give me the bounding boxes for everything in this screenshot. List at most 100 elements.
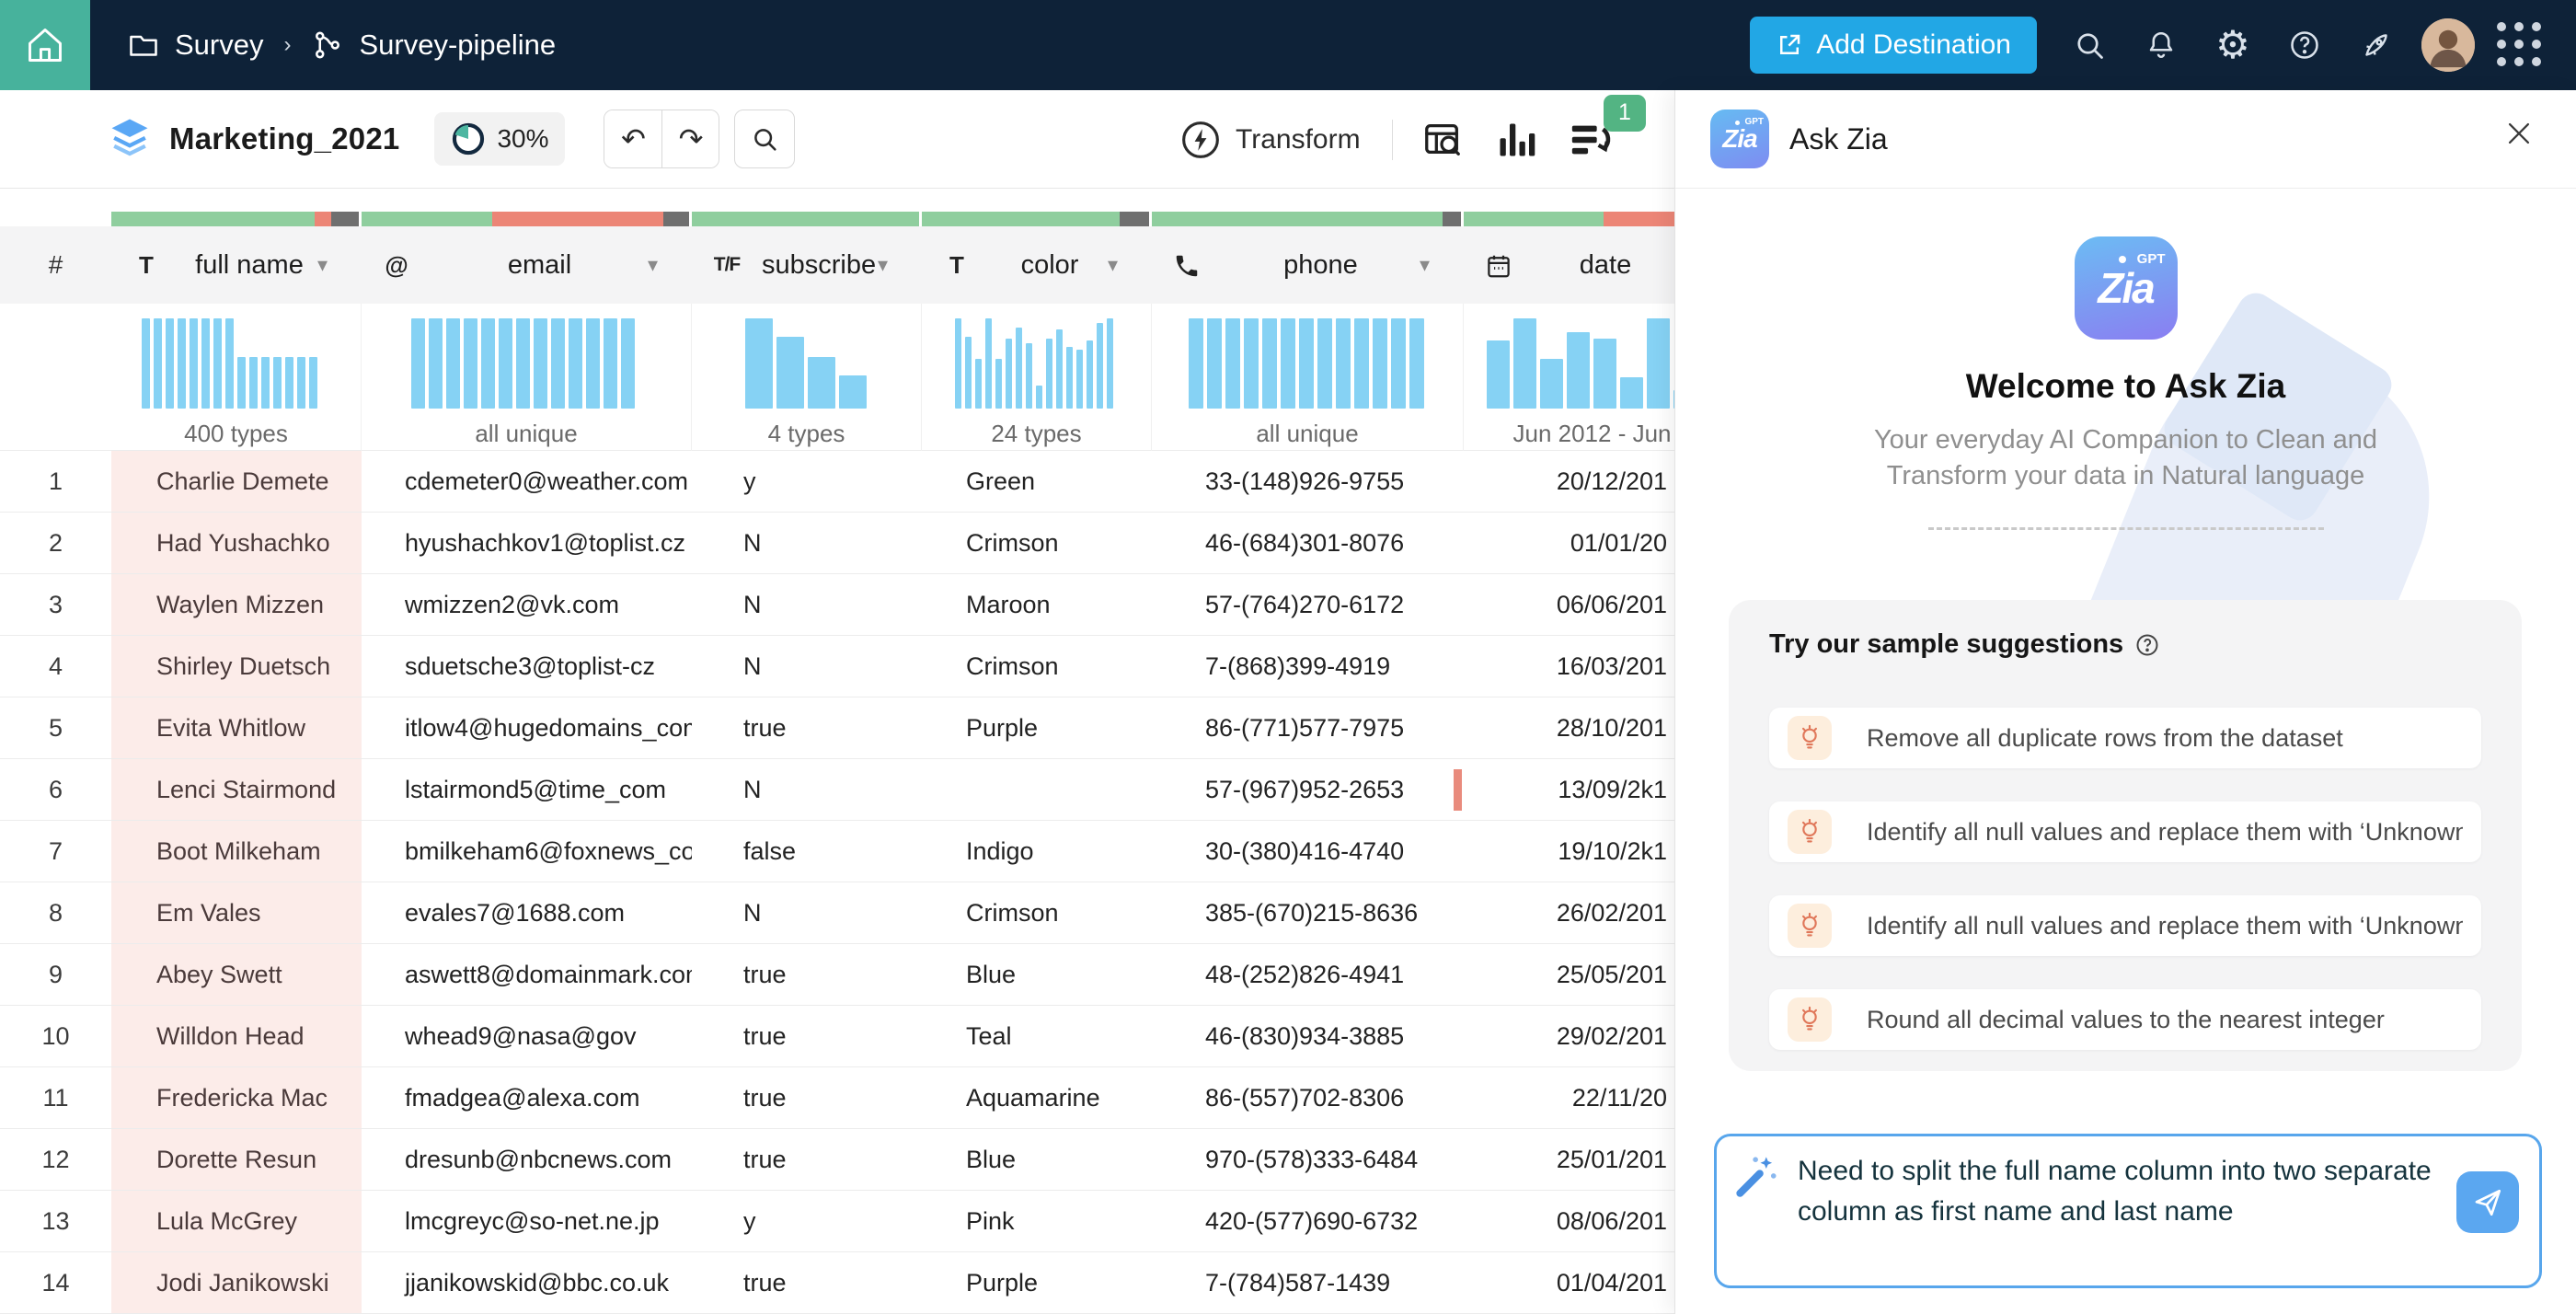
cell-color[interactable]: Indigo <box>922 821 1152 882</box>
cell-phone[interactable]: 385-(670)215-8636 <box>1152 882 1464 943</box>
cell-date[interactable]: 26/02/201 <box>1464 882 1674 943</box>
cell-subscriber[interactable]: true <box>692 1129 922 1190</box>
cell-phone[interactable]: 30-(380)416-4740 <box>1152 821 1464 882</box>
cell-date[interactable]: 13/09/2k1 <box>1464 759 1674 820</box>
cell-subscriber[interactable]: N <box>692 636 922 697</box>
cell-color[interactable]: Purple <box>922 1252 1152 1313</box>
cell-date[interactable]: 08/06/201 <box>1464 1191 1674 1251</box>
cell-subscriber[interactable]: N <box>692 882 922 943</box>
cell-date[interactable]: 06/06/201 <box>1464 574 1674 635</box>
cell-color[interactable]: Crimson <box>922 882 1152 943</box>
cell-subscriber[interactable]: true <box>692 1067 922 1128</box>
cell-color[interactable]: Green <box>922 451 1152 512</box>
cell-email[interactable]: itlow4@hugedomains_com <box>362 697 692 758</box>
cell-full-name[interactable]: Had Yushachko <box>111 513 362 573</box>
column-header-email[interactable]: @email▾ <box>362 226 692 304</box>
cell-subscriber[interactable]: true <box>692 1006 922 1066</box>
cell-color[interactable] <box>922 759 1152 820</box>
cell-email[interactable]: evales7@1688.com <box>362 882 692 943</box>
cell-subscriber[interactable]: false <box>692 821 922 882</box>
settings-gear-icon[interactable]: ⚙ <box>2197 26 2269 64</box>
column-header-date[interactable]: date▾ <box>1464 226 1674 304</box>
cell-email[interactable]: wmizzen2@vk.com <box>362 574 692 635</box>
redo-button[interactable]: ↷ <box>661 110 719 167</box>
cell-full-name[interactable]: Willdon Head <box>111 1006 362 1066</box>
cell-email[interactable]: aswett8@domainmark.com <box>362 944 692 1005</box>
cell-phone[interactable]: 46-(684)301-8076 <box>1152 513 1464 573</box>
applied-steps-icon[interactable]: 1 <box>1569 119 1611 161</box>
cell-phone[interactable]: 7-(784)587-1439 <box>1152 1252 1464 1313</box>
breadcrumb-folder[interactable]: Survey <box>175 29 263 62</box>
cell-email[interactable]: hyushachkov1@toplist.cz <box>362 513 692 573</box>
column-header-subscriber[interactable]: T/Fsubscriber▾ <box>692 226 922 304</box>
cell-email[interactable]: cdemeter0@weather.com <box>362 451 692 512</box>
column-stats-icon[interactable] <box>1497 121 1535 159</box>
histogram-subscriber[interactable]: 4 types <box>692 304 922 451</box>
cell-color[interactable]: Purple <box>922 697 1152 758</box>
cell-phone[interactable]: 970-(578)333-6484 <box>1152 1129 1464 1190</box>
cell-subscriber[interactable]: y <box>692 451 922 512</box>
cell-phone[interactable]: 48-(252)826-4941 <box>1152 944 1464 1005</box>
cell-color[interactable]: Blue <box>922 1129 1152 1190</box>
cell-color[interactable]: Crimson <box>922 513 1152 573</box>
cell-date[interactable]: 29/02/201 <box>1464 1006 1674 1066</box>
cell-email[interactable]: sduetsche3@toplist-cz <box>362 636 692 697</box>
cell-color[interactable]: Blue <box>922 944 1152 1005</box>
cell-email[interactable]: lmcgreyc@so-net.ne.jp <box>362 1191 692 1251</box>
data-quality-pill[interactable]: 30% <box>434 112 565 166</box>
suggestion-card[interactable]: Remove all duplicate rows from the datas… <box>1769 708 2481 768</box>
cell-full-name[interactable]: Abey Swett <box>111 944 362 1005</box>
cell-date[interactable]: 25/01/201 <box>1464 1129 1674 1190</box>
home-button[interactable] <box>0 0 90 90</box>
cell-date[interactable]: 19/10/2k1 <box>1464 821 1674 882</box>
cell-full-name[interactable]: Shirley Duetsch <box>111 636 362 697</box>
suggestion-card[interactable]: Identify all null values and replace the… <box>1769 895 2481 956</box>
preview-table-icon[interactable] <box>1421 119 1464 161</box>
cell-phone[interactable]: 420-(577)690-6732 <box>1152 1191 1464 1251</box>
cell-email[interactable]: fmadgea@alexa.com <box>362 1067 692 1128</box>
transform-button[interactable]: Transform <box>1180 90 1361 189</box>
cell-date[interactable]: 20/12/201 <box>1464 451 1674 512</box>
cell-date[interactable]: 28/10/201 <box>1464 697 1674 758</box>
whats-new-rocket-icon[interactable] <box>2340 29 2412 62</box>
suggestion-card[interactable]: Identify all null values and replace the… <box>1769 801 2481 862</box>
notifications-bell-icon[interactable] <box>2125 29 2197 62</box>
chevron-down-icon[interactable]: ▾ <box>648 253 692 277</box>
undo-button[interactable]: ↶ <box>604 110 661 167</box>
chevron-down-icon[interactable]: ▾ <box>878 253 922 277</box>
cell-phone[interactable]: 86-(557)702-8306 <box>1152 1067 1464 1128</box>
cell-color[interactable]: Teal <box>922 1006 1152 1066</box>
suggestions-help-icon[interactable] <box>2134 632 2160 658</box>
cell-email[interactable]: whead9@nasa@gov <box>362 1006 692 1066</box>
add-destination-button[interactable]: Add Destination <box>1750 17 2037 74</box>
cell-full-name[interactable]: Em Vales <box>111 882 362 943</box>
dataset-title[interactable]: Marketing_2021 <box>169 121 399 156</box>
histogram-color[interactable]: 24 types <box>922 304 1152 451</box>
cell-full-name[interactable]: Charlie Demete <box>111 451 362 512</box>
cell-date[interactable]: 25/05/201 <box>1464 944 1674 1005</box>
cell-date[interactable]: 16/03/201 <box>1464 636 1674 697</box>
cell-color[interactable]: Maroon <box>922 574 1152 635</box>
suggestion-card[interactable]: Round all decimal values to the nearest … <box>1769 989 2481 1050</box>
cell-full-name[interactable]: Jodi Janikowski <box>111 1252 362 1313</box>
cell-full-name[interactable]: Lenci Stairmond <box>111 759 362 820</box>
cell-full-name[interactable]: Waylen Mizzen <box>111 574 362 635</box>
chevron-down-icon[interactable]: ▾ <box>1108 253 1152 277</box>
cell-color[interactable]: Crimson <box>922 636 1152 697</box>
cell-subscriber[interactable]: true <box>692 1252 922 1313</box>
cell-full-name[interactable]: Fredericka Mac <box>111 1067 362 1128</box>
column-header-phone[interactable]: phone▾ <box>1152 226 1464 304</box>
cell-color[interactable]: Pink <box>922 1191 1152 1251</box>
cell-subscriber[interactable]: N <box>692 513 922 573</box>
cell-email[interactable]: bmilkeham6@foxnews_co <box>362 821 692 882</box>
close-panel-button[interactable] <box>2499 118 2539 158</box>
chevron-down-icon[interactable]: ▾ <box>1420 253 1464 277</box>
cell-phone[interactable]: 33-(148)926-9755 <box>1152 451 1464 512</box>
zia-prompt-input[interactable]: Need to split the full name column into … <box>1714 1134 2542 1288</box>
histogram-phone[interactable]: all unique <box>1152 304 1464 451</box>
table-search-button[interactable] <box>734 110 795 168</box>
cell-full-name[interactable]: Dorette Resun <box>111 1129 362 1190</box>
cell-phone[interactable]: 46-(830)934-3885 <box>1152 1006 1464 1066</box>
cell-date[interactable]: 01/01/20 <box>1464 513 1674 573</box>
user-avatar[interactable] <box>2421 18 2475 72</box>
